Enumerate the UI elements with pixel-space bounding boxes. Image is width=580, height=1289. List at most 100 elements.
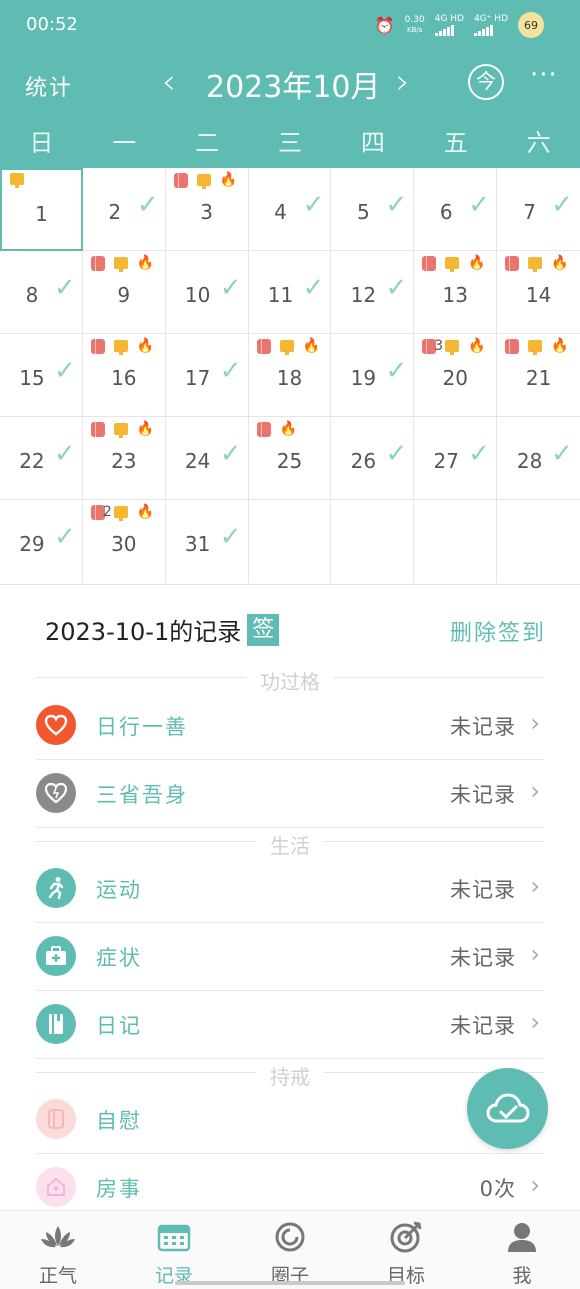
- tissue-mark-icon: [256, 422, 271, 437]
- fire-mark-icon: 🔥: [468, 255, 486, 271]
- calendar-day-16[interactable]: 🔥 16: [83, 334, 166, 417]
- record-row-reflect[interactable]: 三省吾身 未记录 ›: [36, 760, 544, 828]
- calendar-day-26[interactable]: 26 ✓: [331, 417, 415, 500]
- calendar-day-10[interactable]: 10 ✓: [166, 251, 249, 334]
- calendar-empty-cell: [331, 500, 415, 583]
- calendar-day-14[interactable]: 🔥 14: [497, 251, 580, 334]
- row-label: 运动: [96, 878, 142, 902]
- check-icon: ✓: [385, 190, 408, 220]
- weekday-header: 日 一 二 三 四 五 六: [0, 120, 580, 168]
- calendar-day-4[interactable]: 4 ✓: [249, 168, 332, 251]
- monitor-mark-icon: [528, 339, 543, 355]
- monitor-mark-icon: [113, 339, 128, 355]
- next-month-button[interactable]: ›: [396, 62, 410, 102]
- home-indicator[interactable]: [175, 1281, 405, 1285]
- calendar-day-11[interactable]: 11 ✓: [249, 251, 332, 334]
- stats-button[interactable]: 统计: [25, 70, 73, 102]
- weekday-label: 日: [29, 129, 54, 157]
- nav-item-record[interactable]: 记录: [116, 1211, 232, 1289]
- fire-mark-icon: 🔥: [468, 338, 486, 354]
- record-header: 2023-10-1的记录 签: [45, 612, 280, 647]
- calendar-week-row: 29 ✓ 🔥 2 30 31 ✓: [0, 500, 580, 583]
- check-icon: ✓: [468, 439, 491, 469]
- calendar-day-30[interactable]: 🔥 2 30: [83, 500, 166, 583]
- more-menu-button[interactable]: ···: [530, 60, 558, 90]
- delete-signin-button[interactable]: 删除签到: [450, 615, 546, 647]
- nav-item-circle[interactable]: 圈子: [232, 1211, 348, 1289]
- day-number: 18: [276, 366, 303, 390]
- day-number: 9: [117, 283, 131, 307]
- calendar-day-6[interactable]: 6 ✓: [414, 168, 498, 251]
- medkit-icon: [36, 936, 76, 976]
- calendar-day-27[interactable]: 27 ✓: [414, 417, 498, 500]
- calendar-day-31[interactable]: 31 ✓: [166, 500, 249, 583]
- calendar-day-28[interactable]: 28 ✓: [497, 417, 580, 500]
- chevron-right-icon: ›: [530, 872, 540, 900]
- running-icon: [36, 868, 76, 908]
- calendar-day-9[interactable]: 🔥 9: [83, 251, 166, 334]
- check-icon: ✓: [551, 190, 573, 220]
- prev-month-button[interactable]: ‹: [162, 62, 176, 102]
- tissue-mark-icon: [90, 422, 105, 437]
- calendar-day-24[interactable]: 24 ✓: [166, 417, 249, 500]
- calendar-week-row: 8 ✓ 🔥 9 10 ✓ 11 ✓ 12 ✓ 🔥 13 🔥 14: [0, 251, 580, 334]
- calendar-day-13[interactable]: 🔥 13: [414, 251, 498, 334]
- calendar-day-23[interactable]: 🔥 23: [83, 417, 166, 500]
- day-number: 21: [525, 366, 552, 390]
- calendar-day-12[interactable]: 12 ✓: [331, 251, 415, 334]
- calendar-day-21[interactable]: 🔥 21: [497, 334, 580, 417]
- calendar-day-5[interactable]: 5 ✓: [331, 168, 415, 251]
- check-icon: ✓: [136, 190, 159, 220]
- record-title: 2023-10-1的记录: [45, 618, 242, 646]
- calendar-day-29[interactable]: 29 ✓: [0, 500, 83, 583]
- battery-indicator: 69: [518, 12, 544, 38]
- calendar-day-17[interactable]: 17 ✓: [166, 334, 249, 417]
- fire-mark-icon: 🔥: [219, 172, 238, 188]
- calendar-day-1[interactable]: 1: [0, 168, 83, 251]
- check-icon: ✓: [54, 356, 76, 386]
- monitor-mark-icon: [445, 256, 460, 272]
- record-row-symptom[interactable]: 症状 未记录 ›: [36, 923, 544, 991]
- calendar-day-8[interactable]: 8 ✓: [0, 251, 83, 334]
- check-icon: ✓: [385, 356, 408, 386]
- monitor-mark-icon: [196, 173, 211, 189]
- calendar-day-2[interactable]: 2 ✓: [83, 168, 166, 251]
- check-icon: ✓: [219, 356, 242, 386]
- calendar-empty-cell: [249, 500, 332, 583]
- sim2-signal: 4G⁺ HD: [473, 14, 508, 36]
- calendar-day-18[interactable]: 🔥 18: [249, 334, 332, 417]
- calendar-day-22[interactable]: 22 ✓: [0, 417, 83, 500]
- calendar-day-3[interactable]: 🔥 3: [166, 168, 249, 251]
- signin-badge: 签: [247, 613, 280, 646]
- cloud-sync-button[interactable]: [467, 1068, 548, 1149]
- record-row-good-deed[interactable]: 日行一善 未记录 ›: [36, 692, 544, 760]
- nav-item-me[interactable]: 我: [464, 1211, 580, 1289]
- fire-mark-icon: 🔥: [551, 338, 569, 354]
- calendar-day-19[interactable]: 19 ✓: [331, 334, 415, 417]
- calendar-day-20[interactable]: 🔥 3 20: [414, 334, 498, 417]
- check-icon: ✓: [385, 273, 408, 303]
- day-marks: 🔥: [505, 256, 569, 272]
- calendar-day-25[interactable]: 🔥 25: [249, 417, 332, 500]
- day-number: 25: [276, 449, 303, 473]
- weekday-label: 六: [526, 129, 551, 157]
- check-icon: ✓: [219, 439, 242, 469]
- app-header: 统计 ‹ 2023年10月 › 今 ···: [0, 50, 580, 120]
- nav-item-goal[interactable]: 目标: [348, 1211, 464, 1289]
- status-bar: 00:52 ⏰ 0.30 KB/s 4G HD 4G⁺ HD 69: [0, 0, 580, 50]
- calendar-day-7[interactable]: 7 ✓: [497, 168, 580, 251]
- calendar-day-15[interactable]: 15 ✓: [0, 334, 83, 417]
- record-row-exercise[interactable]: 运动 未记录 ›: [36, 855, 544, 923]
- cloud-check-icon: [485, 1092, 530, 1122]
- notebook-icon: [36, 1004, 76, 1044]
- tissue-mark-icon: [505, 256, 520, 271]
- section-divider: 持戒: [36, 1061, 544, 1090]
- nav-item-zhengqi[interactable]: 正气: [0, 1211, 116, 1289]
- status-icons: ⏰ 0.30 KB/s 4G HD 4G⁺ HD 69: [375, 12, 544, 38]
- today-button[interactable]: 今: [468, 64, 504, 100]
- month-title: 2023年10月: [206, 70, 381, 105]
- monitor-mark-icon: [528, 256, 543, 272]
- record-row-diary[interactable]: 日记 未记录 ›: [36, 991, 544, 1059]
- calendar-week-row: 1 2 ✓ 🔥 3 4 ✓ 5 ✓ 6 ✓ 7 ✓: [0, 168, 580, 251]
- check-icon: ✓: [219, 522, 242, 552]
